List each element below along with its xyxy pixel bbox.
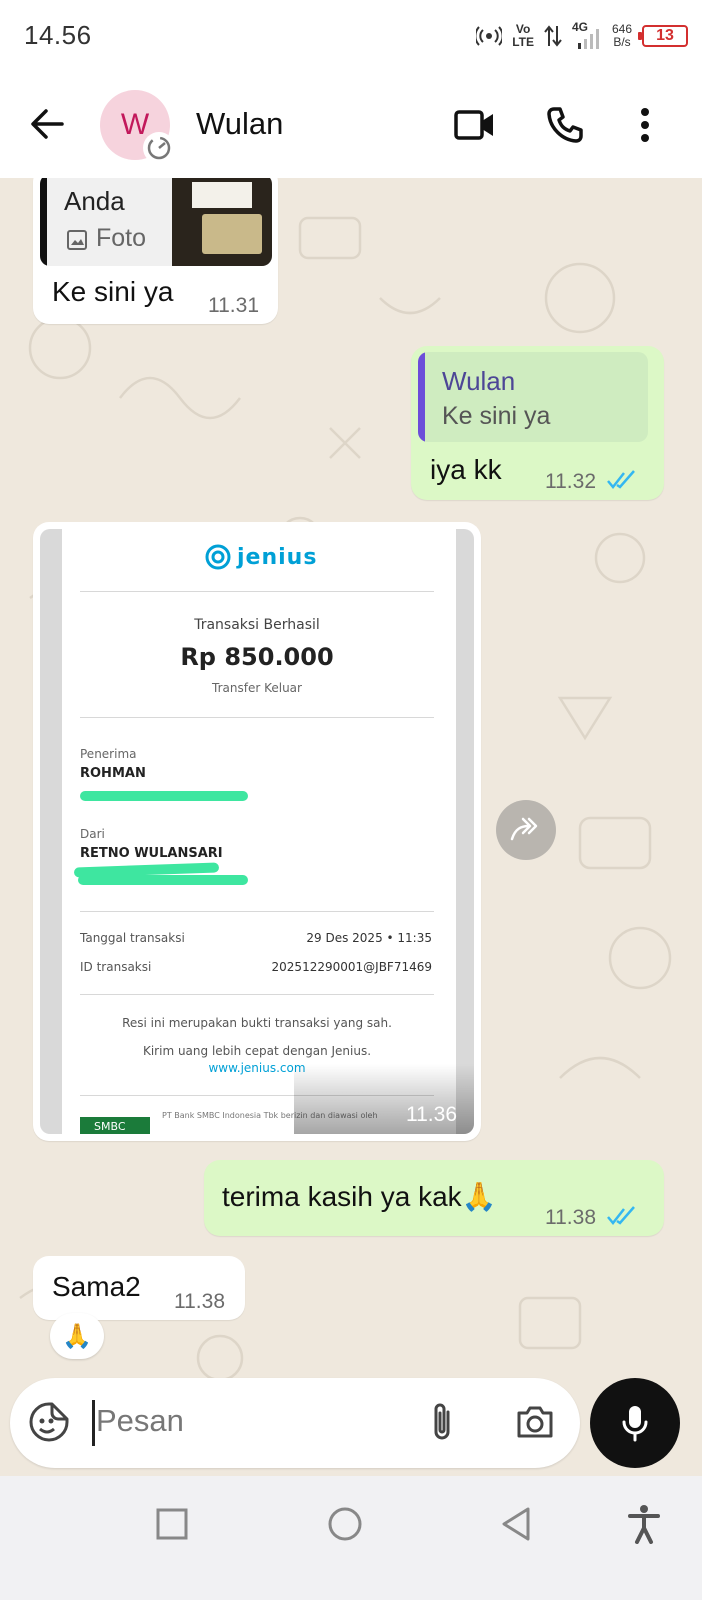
- receipt-status: Transaksi Berhasil: [194, 617, 320, 633]
- recipient-label: Penerima: [80, 747, 137, 761]
- back-button-icon[interactable]: [500, 1506, 532, 1542]
- sticker-button[interactable]: [28, 1401, 70, 1448]
- message-text: Ke sini ya: [52, 276, 174, 307]
- quote-thumbnail: [172, 178, 272, 266]
- receipt-note: Kirim uang lebih cepat dengan Jenius.: [142, 1044, 372, 1058]
- quote-author: Anda: [64, 186, 125, 216]
- video-call-button[interactable]: [452, 102, 498, 148]
- quote-type: Foto: [96, 224, 147, 252]
- voice-record-button[interactable]: [590, 1378, 680, 1468]
- disappearing-timer-icon: [143, 132, 175, 164]
- forward-icon: [510, 817, 538, 841]
- message-text: Sama2: [52, 1271, 141, 1302]
- quoted-message[interactable]: Wulan Ke sini ya: [418, 352, 648, 442]
- message-time: 11.38: [174, 1290, 225, 1313]
- sticker-icon: [29, 1402, 69, 1442]
- quote-author: Wulan: [442, 366, 516, 396]
- attach-button[interactable]: [424, 1400, 460, 1449]
- more-options-button[interactable]: [622, 102, 668, 148]
- sender-name: RETNO WULANSARI: [80, 846, 223, 861]
- receipt-note: Resi ini merupakan bukti transaksi yang …: [122, 1016, 392, 1030]
- attach-icon: [434, 1403, 450, 1440]
- volte-indicator: Vo LTE: [512, 22, 534, 49]
- back-arrow-icon: [31, 109, 64, 139]
- message-input[interactable]: Pesan: [96, 1403, 184, 1439]
- voice-call-button[interactable]: [542, 102, 588, 148]
- date-value: 29 Des 2025 • 11:35: [306, 931, 432, 945]
- id-label: ID transaksi: [80, 960, 152, 974]
- quote-text: Ke sini ya: [442, 402, 551, 430]
- video-call-icon: [454, 110, 493, 140]
- mic-icon: [622, 1406, 648, 1442]
- quoted-message[interactable]: Anda Foto: [40, 178, 272, 266]
- hotspot-icon: [476, 26, 503, 46]
- forward-button[interactable]: [496, 800, 556, 860]
- chat-header: W Wulan: [0, 72, 702, 178]
- message-time: 11.38: [545, 1206, 596, 1229]
- camera-button[interactable]: [514, 1401, 556, 1448]
- text-caret: [92, 1400, 95, 1446]
- status-time: 14.56: [24, 20, 92, 50]
- net-speed: 646 B/s: [611, 22, 632, 49]
- receipt-type: Transfer Keluar: [212, 681, 302, 695]
- image-icon: [67, 230, 87, 250]
- message-text: iya kk: [430, 454, 502, 485]
- recents-button-icon[interactable]: [156, 1508, 188, 1540]
- redaction-mark: [78, 875, 248, 885]
- jenius-logo-icon: [205, 544, 231, 570]
- system-nav-bar: [0, 1476, 702, 1600]
- smbc-logo: SMBC: [80, 1117, 150, 1134]
- receipt-amount: Rp 850.000: [180, 643, 334, 671]
- back-button[interactable]: [26, 102, 70, 146]
- date-label: Tanggal transaksi: [80, 931, 185, 945]
- recipient-name: ROHMAN: [80, 766, 146, 781]
- more-vertical-icon: [641, 108, 649, 142]
- signal-icon: 4G: [572, 21, 602, 51]
- message-time: 11.36: [406, 1103, 457, 1126]
- jenius-logo: jenius: [205, 544, 317, 570]
- message-text: terima kasih ya kak🙏: [222, 1181, 497, 1212]
- camera-icon: [517, 1406, 553, 1438]
- sender-label: Dari: [80, 827, 105, 841]
- accessibility-icon[interactable]: [628, 1504, 660, 1544]
- redaction-mark: [80, 791, 248, 801]
- receipt-image[interactable]: jenius Transaksi Berhasil Rp 850.000 Tra…: [40, 529, 474, 1134]
- battery-indicator: 13: [638, 25, 688, 47]
- status-icons: Vo LTE 4G 646 B/s 13: [476, 16, 688, 56]
- contact-name[interactable]: Wulan: [196, 106, 283, 142]
- phone-icon: [547, 107, 583, 143]
- read-ticks-icon: [607, 470, 635, 489]
- message-reaction[interactable]: 🙏: [50, 1313, 104, 1359]
- home-button-icon[interactable]: [327, 1506, 363, 1542]
- read-ticks-icon: [607, 1206, 635, 1225]
- id-value: 202512290001@JBF71469: [271, 960, 432, 974]
- status-bar: 14.56 Vo LTE 4G 646 B/s 13: [0, 0, 702, 72]
- message-time: 11.31: [208, 294, 259, 317]
- data-arrows-icon: [544, 25, 562, 47]
- message-time: 11.32: [545, 470, 596, 493]
